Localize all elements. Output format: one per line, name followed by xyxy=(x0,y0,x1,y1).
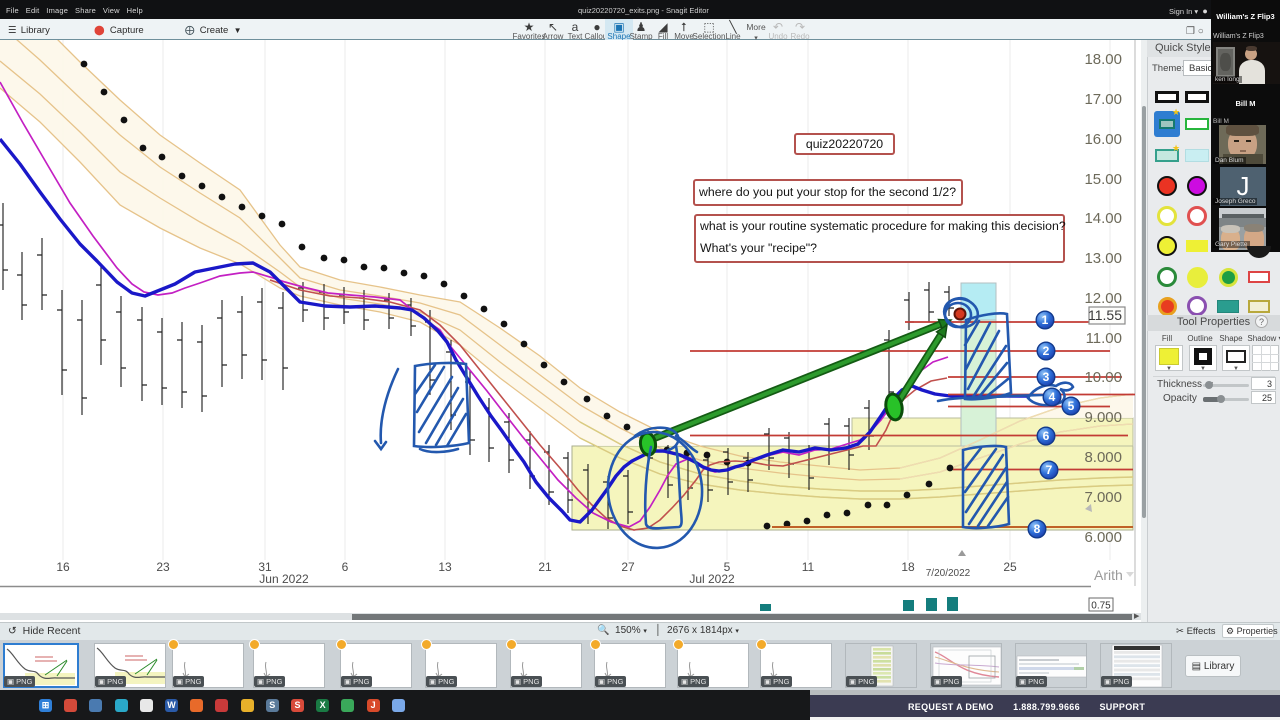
svg-text:1: 1 xyxy=(1042,313,1049,327)
svg-text:16.00: 16.00 xyxy=(1084,131,1122,148)
svg-text:25: 25 xyxy=(1003,560,1017,574)
svg-text:2: 2 xyxy=(1043,344,1050,358)
svg-text:6: 6 xyxy=(342,560,349,574)
svg-text:11: 11 xyxy=(802,560,815,574)
svg-text:7/20/2022: 7/20/2022 xyxy=(926,568,971,579)
svg-text:4: 4 xyxy=(1049,390,1056,404)
svg-text:13: 13 xyxy=(438,560,452,574)
svg-text:11.55: 11.55 xyxy=(1088,307,1122,323)
svg-text:8.000: 8.000 xyxy=(1084,449,1122,466)
svg-text:16: 16 xyxy=(56,560,70,574)
svg-text:12.00: 12.00 xyxy=(1084,290,1122,307)
svg-text:3: 3 xyxy=(1043,370,1050,384)
svg-text:8: 8 xyxy=(1034,522,1041,536)
svg-text:21: 21 xyxy=(538,560,552,574)
svg-text:10.00: 10.00 xyxy=(1084,369,1122,386)
svg-text:18: 18 xyxy=(901,560,915,574)
svg-text:Jul 2022: Jul 2022 xyxy=(689,572,735,586)
svg-text:18.00: 18.00 xyxy=(1084,51,1122,68)
svg-text:14.00: 14.00 xyxy=(1084,210,1122,227)
svg-text:23: 23 xyxy=(156,560,170,574)
svg-text:6.000: 6.000 xyxy=(1084,529,1122,546)
svg-text:7: 7 xyxy=(1046,463,1053,477)
svg-text:7.000: 7.000 xyxy=(1084,489,1122,506)
svg-text:13.00: 13.00 xyxy=(1084,250,1122,267)
svg-text:15.00: 15.00 xyxy=(1084,171,1122,188)
svg-text:17.00: 17.00 xyxy=(1084,91,1122,108)
svg-text:Jun 2022: Jun 2022 xyxy=(259,572,309,586)
svg-text:27: 27 xyxy=(621,560,635,574)
svg-text:9.000: 9.000 xyxy=(1084,409,1122,426)
svg-text:11.00: 11.00 xyxy=(1086,330,1122,347)
svg-text:6: 6 xyxy=(1043,429,1050,443)
svg-text:Arith: Arith xyxy=(1094,567,1123,583)
svg-text:5: 5 xyxy=(1068,399,1075,413)
svg-text:0.75: 0.75 xyxy=(1091,601,1111,612)
